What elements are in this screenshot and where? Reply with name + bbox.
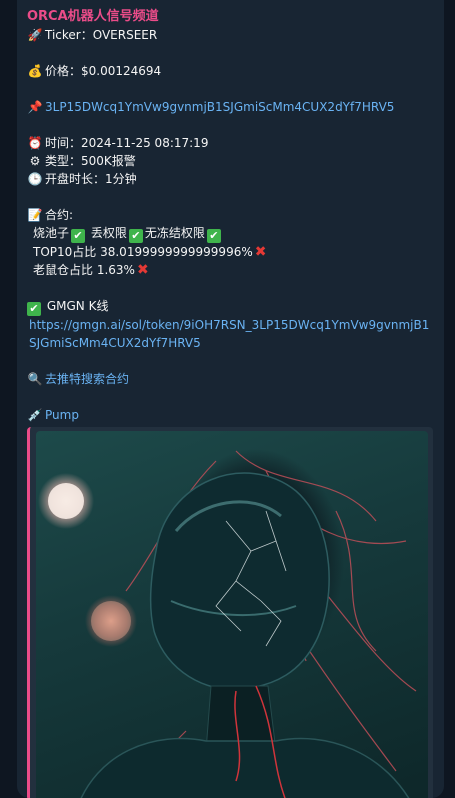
top10-row: TOP10占比 38.0199999999999996% ✖	[27, 243, 434, 261]
rat-row: 老鼠仓占比 1.63% ✖	[27, 261, 434, 279]
price-row: 💰 价格：$0.00124694	[27, 62, 434, 80]
money-bag-icon: 💰	[27, 64, 43, 78]
gmgn-label: GMGN K线	[46, 299, 109, 313]
check-mark-icon: ✔	[128, 229, 143, 243]
cross-mark-icon: ✖	[254, 244, 267, 260]
contract-address-link[interactable]: 3LP15DWcq1YmVw9gvnmjB1SJGmiScMm4CUX2dYf7…	[45, 100, 394, 114]
duration-text: 开盘时长：1分钟	[45, 172, 137, 186]
check-mark-icon: ✔	[71, 229, 86, 243]
type-row: ⚙ 类型：500K报警	[27, 152, 434, 170]
memo-icon: 📝	[27, 208, 43, 222]
preview-image[interactable]	[36, 431, 428, 798]
type-text: 类型：500K报警	[45, 154, 136, 168]
flag-renounced: 丢权限	[90, 226, 127, 240]
twitter-search-row: 🔍 去推特搜索合约	[27, 370, 434, 388]
gmgn-row: ✔ GMGN K线	[27, 297, 434, 316]
check-mark-icon: ✔	[206, 229, 221, 243]
twitter-search-link[interactable]: 去推特搜索合约	[45, 372, 129, 386]
clock-icon: 🕒	[27, 172, 43, 186]
link-preview[interactable]	[27, 427, 433, 798]
check-mark-icon: ✔	[27, 302, 41, 316]
contract-title-row: 📝 合约:	[27, 206, 434, 224]
contract-row: 📌 3LP15DWcq1YmVw9gvnmjB1SJGmiScMm4CUX2dYf…	[27, 98, 434, 116]
flags-row: 烧池子 ✔ 丢权限 ✔ 无冻结权限 ✔	[27, 224, 434, 243]
flag-no-freeze: 无冻结权限	[144, 226, 205, 240]
gear-icon: ⚙	[29, 154, 41, 168]
time-text: 时间：2024-11-25 08:17:19	[45, 136, 209, 150]
syringe-icon: 💉	[27, 408, 43, 422]
ticker-text: Ticker：OVERSEER	[45, 28, 158, 42]
robot-illustration	[48, 450, 417, 798]
gmgn-link[interactable]: https://gmgn.ai/sol/token/9iOH7RSN_3LP15…	[27, 316, 434, 352]
duration-row: 🕒 开盘时长：1分钟	[27, 170, 434, 188]
ticker-row: 🚀 Ticker：OVERSEER	[27, 26, 434, 44]
rat-text: 老鼠仓占比 1.63%	[33, 263, 135, 277]
magnifier-icon: 🔍	[27, 372, 43, 386]
cross-mark-icon: ✖	[136, 262, 149, 278]
price-text: 价格：$0.00124694	[45, 64, 162, 78]
flag-pool: 烧池子	[33, 226, 70, 240]
pushpin-icon: 📌	[27, 100, 43, 114]
sender-name[interactable]: ORCA机器人信号频道	[27, 8, 434, 26]
pump-link[interactable]: Pump	[45, 408, 79, 422]
pump-row: 💉 Pump	[27, 406, 434, 424]
alarm-clock-icon: ⏰	[27, 136, 43, 150]
contract-title: 合约:	[45, 208, 74, 222]
top10-text: TOP10占比 38.0199999999999996%	[33, 245, 253, 259]
message-bubble: ORCA机器人信号频道 🚀 Ticker：OVERSEER 💰 价格：$0.0012…	[17, 0, 444, 798]
rocket-icon: 🚀	[27, 28, 43, 42]
time-row: ⏰ 时间：2024-11-25 08:17:19	[27, 134, 434, 152]
